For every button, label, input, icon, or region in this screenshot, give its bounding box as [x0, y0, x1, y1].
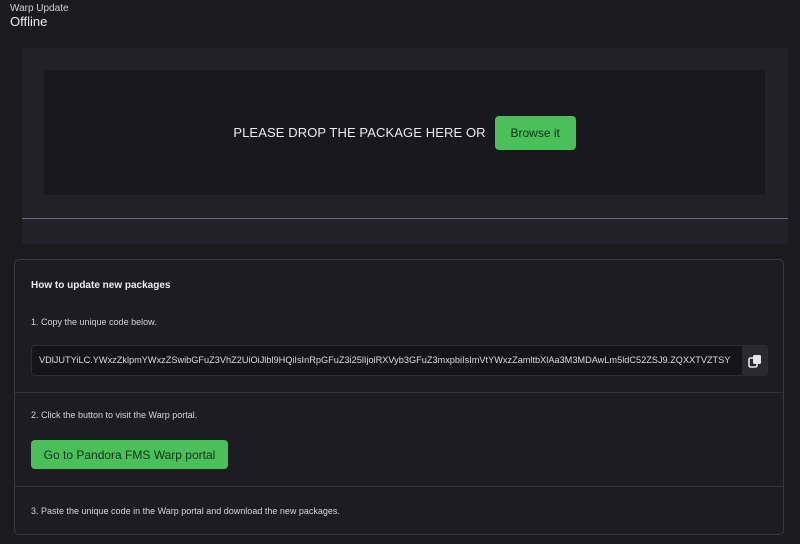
unique-code-value[interactable]: VDlJUTYiLC.YWxzZklpmYWxzZSwibGFuZ3VhZ2Ui…: [39, 355, 739, 365]
step-1-text: 1. Copy the unique code below.: [31, 317, 157, 327]
upload-divider: [22, 218, 788, 219]
step-separator-1: [15, 392, 783, 393]
copy-code-button[interactable]: [742, 346, 767, 375]
drop-zone-label: PLEASE DROP THE PACKAGE HERE OR: [233, 125, 486, 140]
app-header: Warp Update Offline: [10, 3, 69, 29]
unique-code-field[interactable]: VDlJUTYiLC.YWxzZklpmYWxzZSwibGFuZ3VhZ2Ui…: [31, 345, 768, 376]
instructions-panel: How to update new packages 1. Copy the u…: [14, 259, 784, 535]
step-separator-2: [15, 486, 783, 487]
connection-status: Offline: [10, 14, 48, 29]
step-3-text: 3. Paste the unique code in the Warp por…: [31, 506, 340, 516]
warp-portal-button[interactable]: Go to Pandora FMS Warp portal: [31, 440, 228, 469]
step-2-text: 2. Click the button to visit the Warp po…: [31, 410, 198, 420]
package-drop-zone[interactable]: PLEASE DROP THE PACKAGE HERE OR Browse i…: [44, 70, 765, 195]
browse-button[interactable]: Browse it: [494, 115, 576, 150]
copy-icon: [747, 354, 761, 368]
instructions-title: How to update new packages: [31, 280, 171, 291]
upload-panel: PLEASE DROP THE PACKAGE HERE OR Browse i…: [22, 48, 788, 244]
